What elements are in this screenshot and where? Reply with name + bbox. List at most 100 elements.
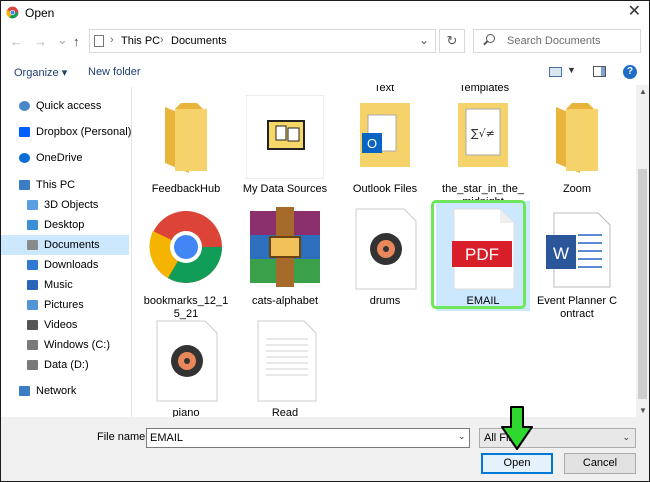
scroll-down-icon[interactable]: ▼ <box>639 406 647 415</box>
new-folder-button[interactable]: New folder <box>88 66 141 78</box>
sidebar-item-label: Documents <box>44 239 100 251</box>
data-sources-icon <box>245 94 325 180</box>
chevron-down-icon[interactable]: ⌄ <box>458 431 466 442</box>
pictures-icon <box>27 300 38 310</box>
sidebar-item[interactable]: Documents <box>1 235 129 255</box>
sidebar-item[interactable]: Pictures <box>1 295 129 315</box>
vertical-scrollbar[interactable]: ▲ ▼ <box>636 85 649 417</box>
sidebar-item-label: Desktop <box>44 219 85 231</box>
forward-icon[interactable]: → <box>34 34 47 49</box>
text-file-icon <box>246 319 324 403</box>
network-icon <box>19 386 30 396</box>
preview-pane-icon[interactable] <box>593 66 606 77</box>
winrar-icon <box>246 207 324 291</box>
file-name: cats-alphabet <box>251 295 319 307</box>
file-item[interactable]: Read <box>242 315 328 417</box>
help-icon[interactable]: ? <box>623 65 637 79</box>
file-item[interactable]: FeedbackHub <box>143 91 229 201</box>
file-item[interactable]: Zoom <box>534 91 620 201</box>
sidebar-item[interactable]: Quick access <box>1 96 129 116</box>
file-item[interactable]: piano <box>143 315 229 417</box>
file-name: piano <box>172 407 200 417</box>
svg-text:O: O <box>367 136 377 151</box>
file-name: Event Planner Contract <box>536 295 618 320</box>
refresh-button[interactable]: ↻ <box>439 29 465 53</box>
outlook-folder-icon: O <box>346 95 424 179</box>
file-item[interactable]: W Event Planner Contract <box>534 203 620 320</box>
sidebar-item-label: Videos <box>44 319 78 331</box>
back-icon[interactable]: ← <box>10 34 23 49</box>
file-item[interactable]: O Outlook Files <box>342 91 428 201</box>
sidebar-item-label: Windows (C:) <box>44 339 111 351</box>
cube-icon <box>27 200 38 210</box>
search-icon <box>486 34 495 43</box>
sidebar-item-label: Data (D:) <box>44 359 89 371</box>
file-item[interactable]: My Data Sources <box>242 91 328 201</box>
folder-icon <box>538 95 616 179</box>
dialog-footer: File name: ⌄ All Fil ⌄ Open Cancel <box>1 417 649 481</box>
search-box[interactable]: Search Documents <box>473 29 641 53</box>
recent-locations-icon[interactable]: ⌄ <box>57 32 68 48</box>
cancel-button[interactable]: Cancel <box>564 453 636 474</box>
organize-button[interactable]: Organize ▾ <box>14 66 67 79</box>
music-icon <box>27 280 38 290</box>
chevron-down-icon: ⌄ <box>622 432 630 442</box>
desktop-icon <box>27 220 38 230</box>
sidebar-item[interactable]: Desktop <box>1 215 129 235</box>
sidebar-item[interactable]: Data (D:) <box>1 355 129 375</box>
breadcrumb-separator: › <box>110 34 114 46</box>
breadcrumb-separator: › <box>160 34 164 46</box>
file-name-label: File name: <box>97 431 149 443</box>
computer-icon <box>94 35 104 47</box>
svg-text:∑√≠: ∑√≠ <box>471 127 495 140</box>
chrome-icon <box>147 207 225 291</box>
file-item[interactable]: ∑√≠the_star_in_the_midnight <box>440 91 526 208</box>
sidebar-item-label: Dropbox (Personal) <box>36 126 132 138</box>
sidebar-item-label: Quick access <box>36 100 102 112</box>
breadcrumb-this-pc[interactable]: This PC <box>121 35 160 47</box>
sidebar-item[interactable]: Downloads <box>1 255 129 275</box>
sidebar-item-label: Pictures <box>44 299 84 311</box>
word-icon: W <box>538 207 616 291</box>
scrollbar-thumb[interactable] <box>638 169 647 399</box>
file-item[interactable]: drums <box>342 203 428 313</box>
file-name: Outlook Files <box>352 183 418 195</box>
chevron-down-icon[interactable]: ⌄ <box>419 33 429 47</box>
drive-icon <box>27 340 38 350</box>
sidebar-item[interactable]: Music <box>1 275 129 295</box>
sidebar-item[interactable]: 3D Objects <box>1 195 129 215</box>
sidebar-item-label: 3D Objects <box>44 199 99 211</box>
dropbox-icon <box>19 127 30 137</box>
drive-icon <box>27 360 38 370</box>
up-icon[interactable]: ↑ <box>73 34 80 49</box>
sidebar-item[interactable]: This PC <box>1 175 129 195</box>
file-name: Zoom <box>562 183 592 195</box>
sidebar-item[interactable]: OneDrive <box>1 148 129 168</box>
folder-icon <box>147 95 225 179</box>
star-icon <box>19 101 30 111</box>
sidebar-item[interactable]: Videos <box>1 315 129 335</box>
sidebar-item-label: This PC <box>36 179 76 191</box>
download-icon <box>27 260 38 270</box>
sidebar-item[interactable]: Windows (C:) <box>1 335 129 355</box>
scroll-up-icon[interactable]: ▲ <box>639 87 647 96</box>
sidebar-item[interactable]: Dropbox (Personal) <box>1 122 132 142</box>
close-icon[interactable]: ✕ <box>628 4 641 20</box>
address-bar[interactable]: › This PC › Documents ⌄ <box>89 29 436 53</box>
file-name: Read <box>271 407 299 417</box>
file-name-input[interactable] <box>146 428 470 448</box>
sidebar-item[interactable]: Network <box>1 381 129 401</box>
file-item[interactable]: cats-alphabet <box>242 203 328 313</box>
open-button[interactable]: Open <box>481 453 553 474</box>
breadcrumb-documents[interactable]: Documents <box>171 35 227 47</box>
sidebar-item-label: OneDrive <box>36 152 83 164</box>
sidebar-item-label: Downloads <box>44 259 99 271</box>
window-title: Open <box>25 6 55 20</box>
cloud-icon <box>19 153 30 163</box>
view-options-icon[interactable] <box>549 67 562 77</box>
audio-file-icon <box>147 319 225 403</box>
file-name: drums <box>369 295 401 307</box>
file-item[interactable]: bookmarks_12_15_21 <box>143 203 229 320</box>
math-folder-icon: ∑√≠ <box>444 95 522 179</box>
view-dropdown-icon[interactable]: ▼ <box>567 65 576 75</box>
